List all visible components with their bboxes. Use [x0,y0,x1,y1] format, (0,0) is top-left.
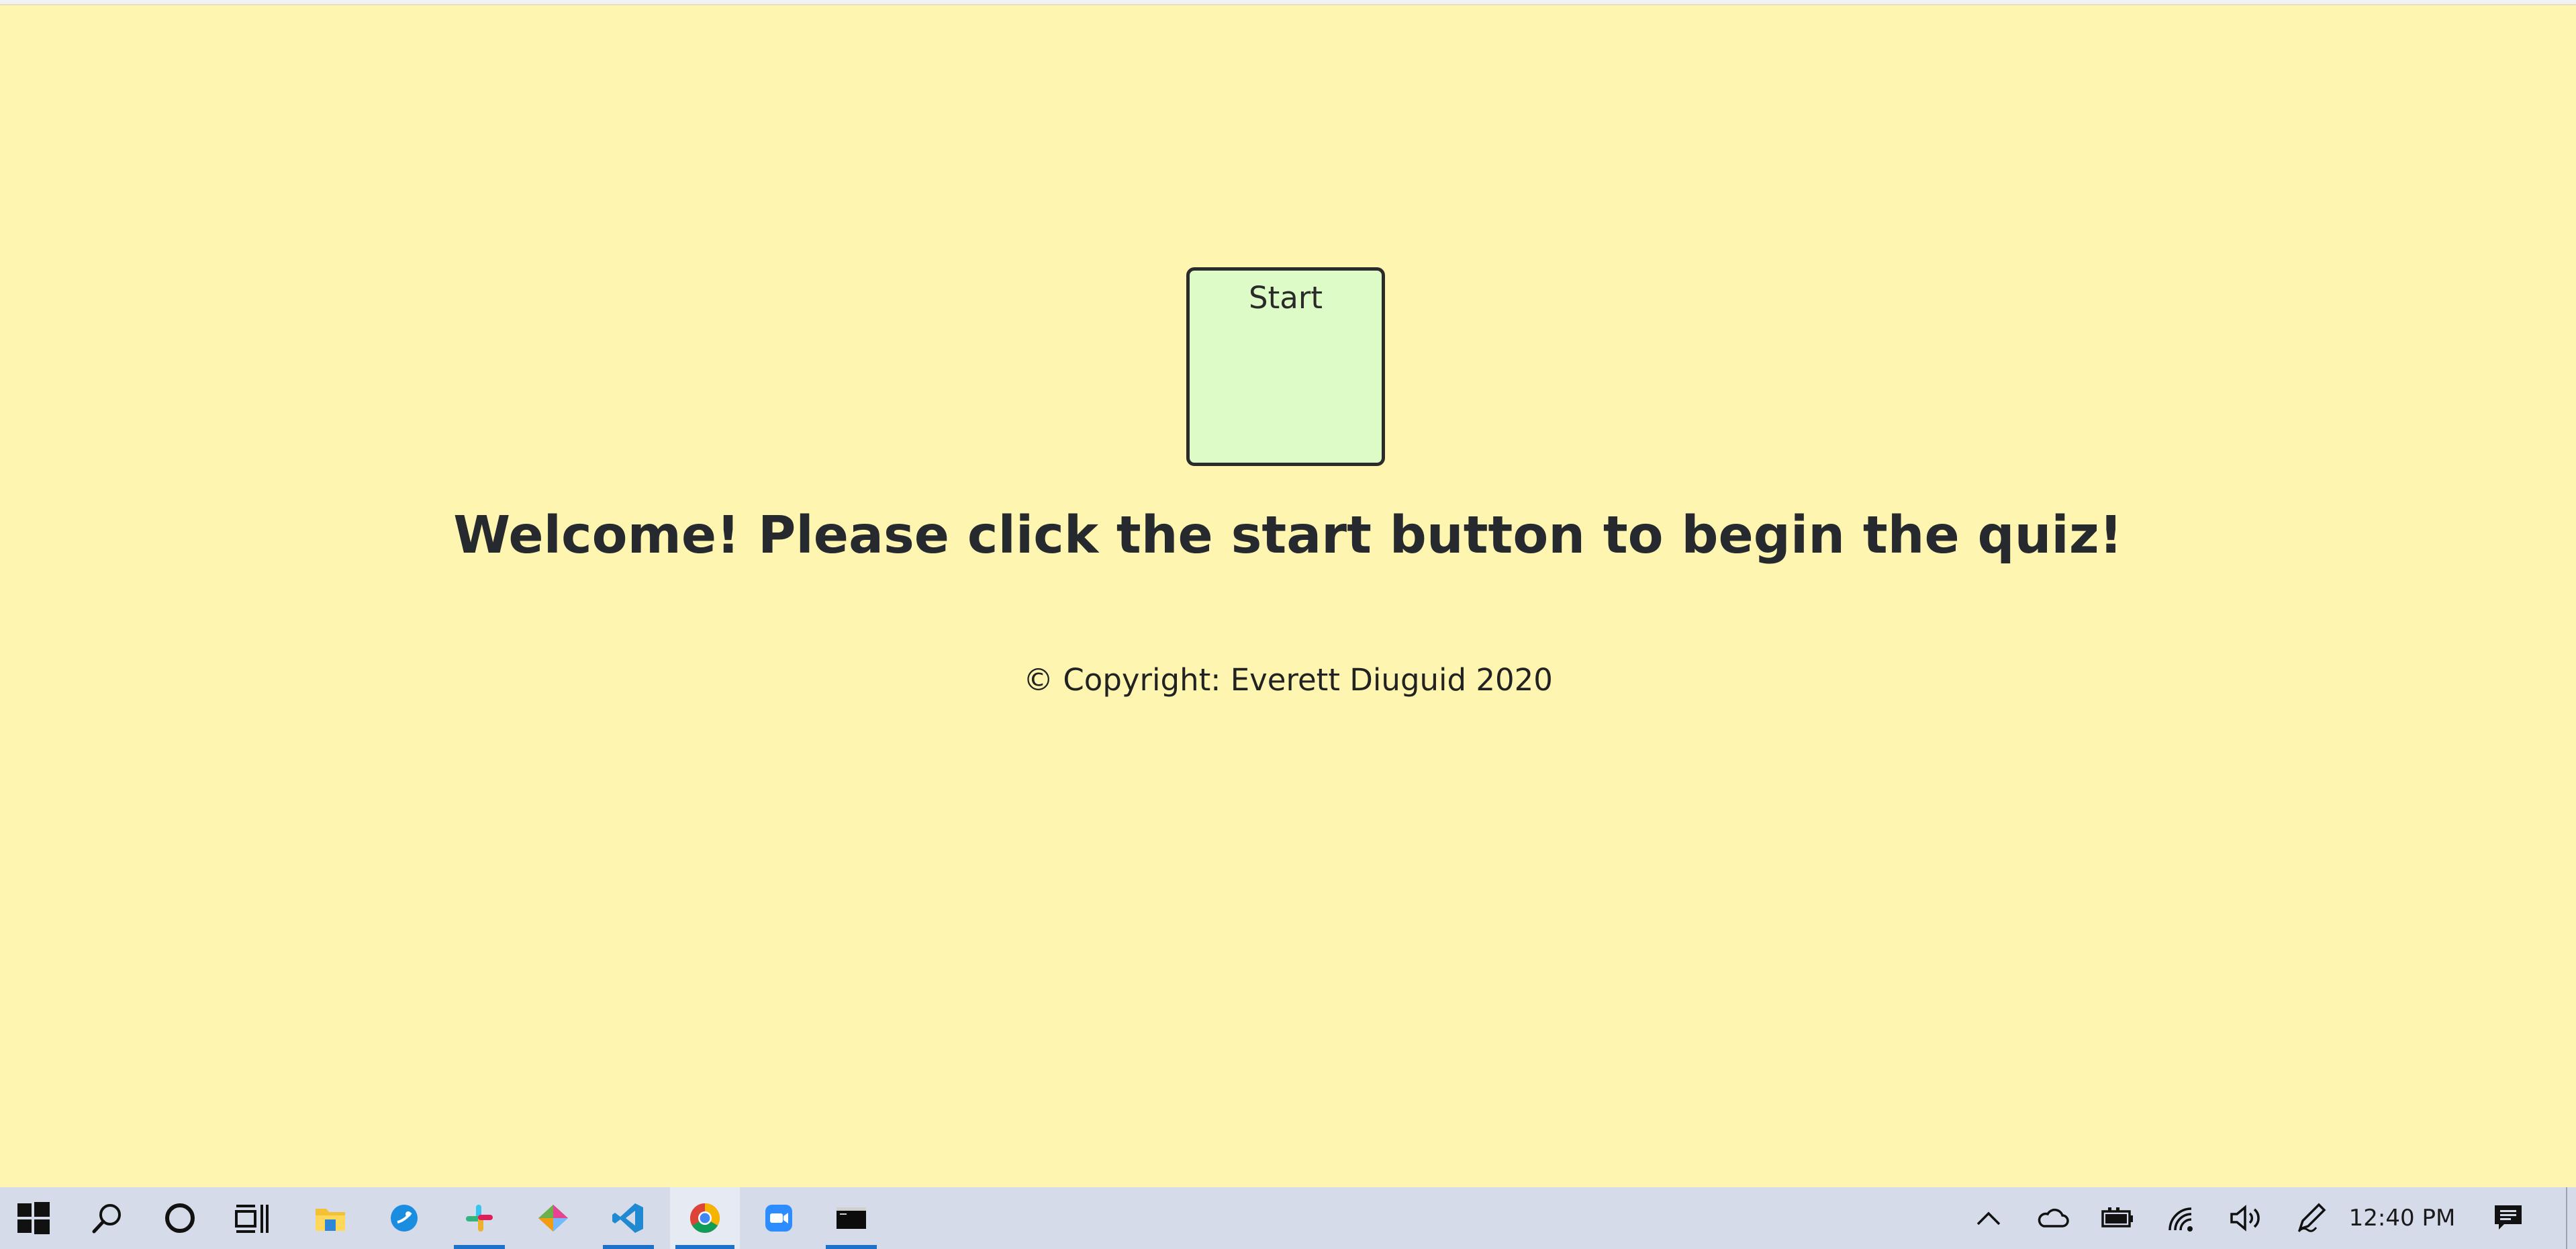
action-center-button[interactable] [2481,1187,2535,1249]
screen: Start Welcome! Please click the start bu… [0,0,2576,1249]
tray-volume[interactable] [2220,1187,2273,1249]
volume-icon [2230,1205,2260,1232]
vscode-icon [612,1203,643,1233]
start-button[interactable]: Start [1186,267,1385,466]
taskbar-zoom[interactable] [748,1187,810,1249]
copyright-text: © Copyright: Everett Diuguid 2020 [1023,662,1553,698]
tray-overflow-button[interactable] [1962,1187,2015,1249]
pen-icon [2297,1203,2326,1232]
ubiquiti-icon [391,1205,418,1232]
tray-battery[interactable] [2091,1187,2144,1249]
taskbar-cortana-button[interactable] [149,1187,211,1249]
welcome-heading: Welcome! Please click the start button t… [453,506,2123,565]
taskbar-search-button[interactable] [77,1187,138,1249]
taskbar: 12:40 PM [0,1187,2576,1249]
onedrive-icon [2038,1208,2069,1228]
taskbar-clock[interactable]: 12:40 PM [2348,1187,2456,1249]
battery-icon [2101,1207,2133,1228]
running-indicator [603,1245,654,1249]
task-view-icon [235,1205,269,1233]
taskbar-terminal[interactable] [820,1187,882,1249]
taskbar-vscode[interactable] [598,1187,659,1249]
slack-icon [466,1205,493,1232]
chevron-up-icon [1976,1211,2001,1225]
file-explorer-icon [316,1209,345,1231]
taskbar-git-client[interactable] [522,1187,584,1249]
tray-onedrive[interactable] [2026,1187,2080,1249]
tray-network[interactable] [2155,1187,2209,1249]
running-indicator [675,1245,734,1249]
start-menu-button[interactable] [3,1187,64,1249]
start-button-label: Start [1249,280,1323,316]
taskbar-task-view-button[interactable] [222,1187,283,1249]
action-center-icon [2495,1205,2522,1230]
wifi-icon [2168,1207,2193,1232]
browser-top-edge [0,0,2576,5]
tray-pen[interactable] [2284,1187,2338,1249]
zoom-icon [765,1205,792,1232]
chrome-icon [690,1203,720,1233]
search-icon [92,1204,121,1234]
show-desktop-button[interactable] [2566,1187,2576,1249]
terminal-icon [837,1207,866,1229]
taskbar-ubiquiti[interactable] [373,1187,435,1249]
cortana-icon [165,1203,195,1233]
quiz-page: Start Welcome! Please click the start bu… [0,5,2576,1187]
running-indicator [826,1245,877,1249]
taskbar-slack[interactable] [448,1187,510,1249]
taskbar-file-explorer[interactable] [299,1187,361,1249]
windows-start-icon [17,1202,50,1234]
gitkraken-icon [538,1205,568,1232]
running-indicator [454,1245,505,1249]
taskbar-chrome[interactable] [670,1187,740,1249]
